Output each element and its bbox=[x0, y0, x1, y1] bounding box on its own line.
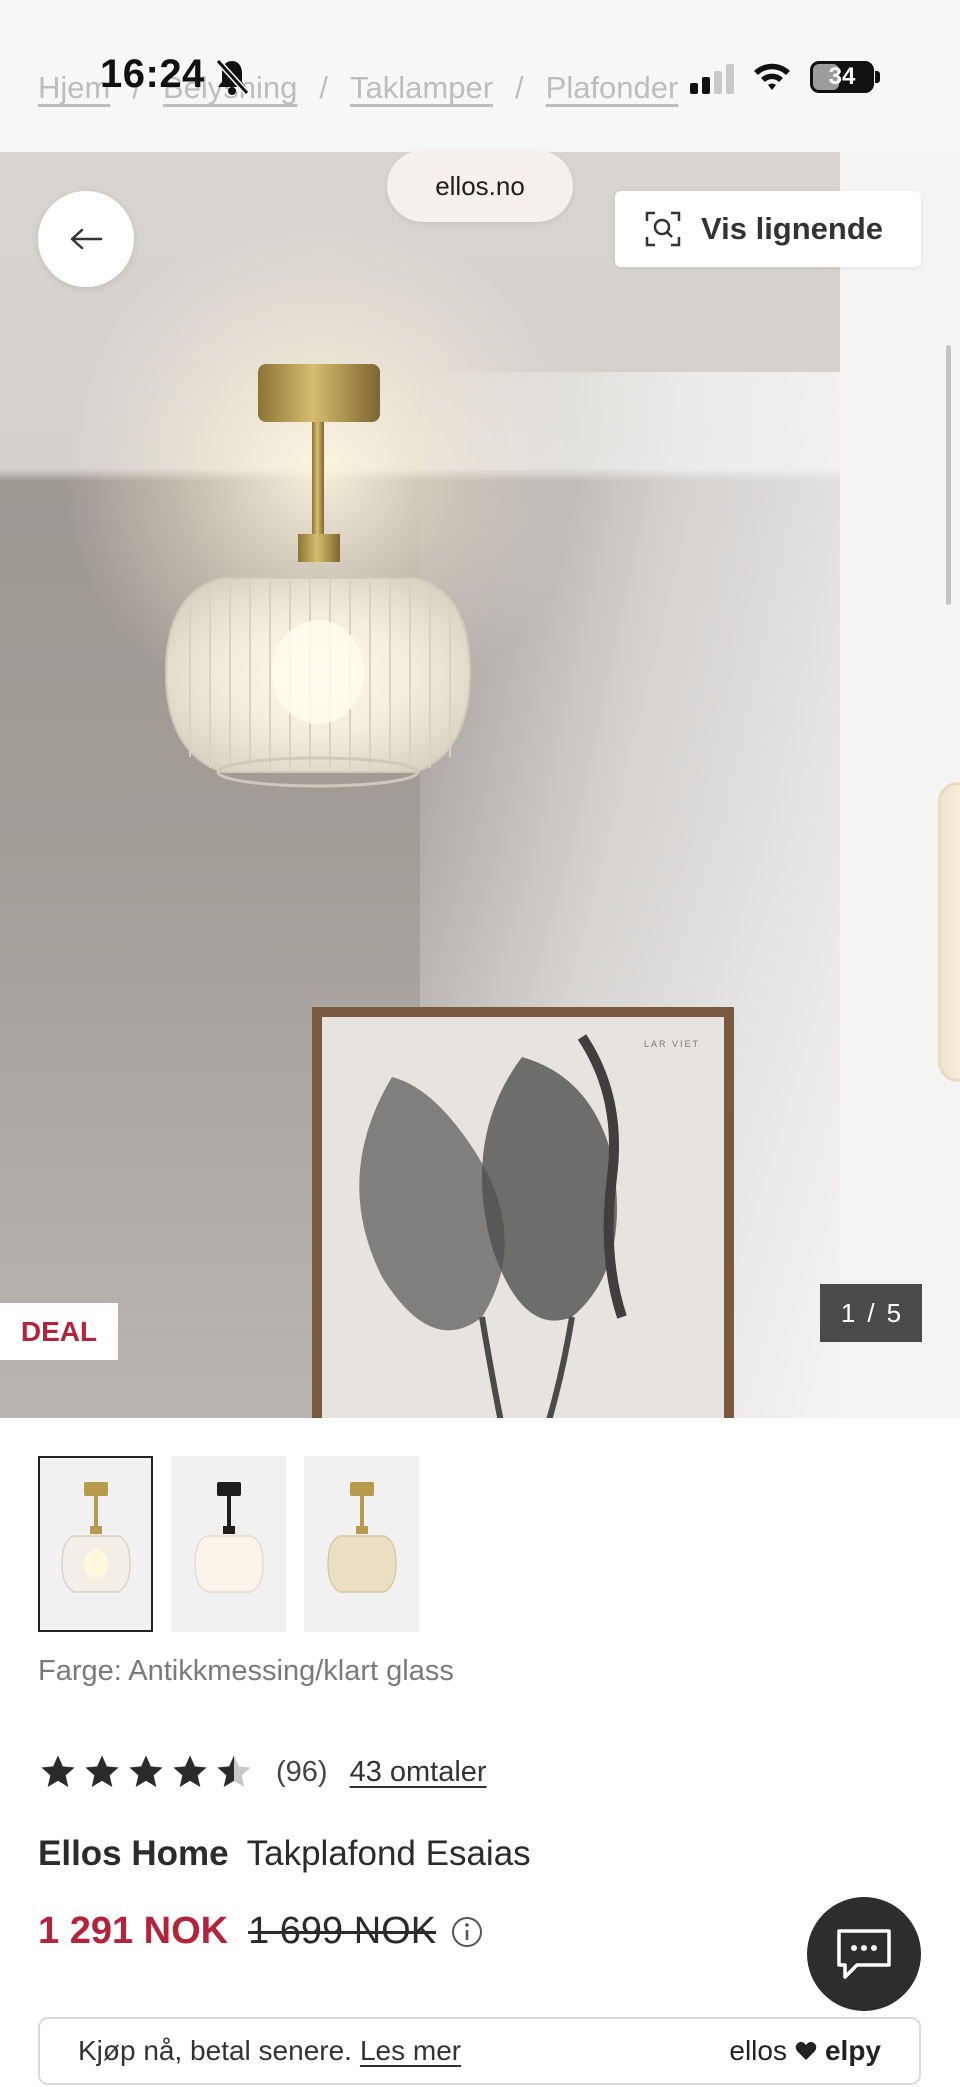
half-star-icon bbox=[217, 1755, 251, 1787]
status-time: 16:24 bbox=[100, 52, 205, 96]
original-price: 1 699 NOK bbox=[248, 1910, 437, 1952]
product-title: Ellos Home Takplafond Esaias bbox=[38, 1834, 531, 1874]
read-more-link[interactable]: Les mer bbox=[360, 2035, 461, 2066]
battery-nub bbox=[875, 71, 880, 83]
pay-later-message: Kjøp nå, betal senere. bbox=[78, 2035, 352, 2066]
lamp-thumbnail-black-white bbox=[193, 1482, 264, 1593]
variant-thumb-brass-clear[interactable] bbox=[38, 1456, 153, 1632]
image-counter-separator: / bbox=[867, 1297, 875, 1328]
star-icon bbox=[173, 1755, 207, 1787]
heart-icon bbox=[795, 2041, 817, 2060]
chat-bubble-icon bbox=[837, 1929, 891, 1979]
breadcrumb-flush-mounts[interactable]: Plafonder bbox=[546, 70, 679, 106]
pay-later-text: Kjøp nå, betal senere. Les mer bbox=[78, 2035, 461, 2067]
breadcrumb-separator: / bbox=[515, 70, 524, 105]
breadcrumb-ceiling-lamps[interactable]: Taklamper bbox=[350, 70, 493, 106]
url-bar[interactable]: ellos.no bbox=[387, 150, 573, 222]
price-row: 1 291 NOK 1 699 NOK bbox=[38, 1910, 484, 1953]
lamp-thumbnail-brass-clear bbox=[60, 1482, 131, 1593]
scroll-indicator bbox=[946, 345, 951, 605]
ellos-elpy-logo: ellos elpy bbox=[729, 2035, 881, 2067]
back-button[interactable] bbox=[38, 191, 134, 287]
breadcrumb-separator: / bbox=[319, 70, 329, 105]
star-icon bbox=[85, 1755, 119, 1787]
leaf-illustration bbox=[359, 1034, 627, 1418]
sale-price: 1 291 NOK bbox=[38, 1910, 229, 1952]
arrow-left-icon bbox=[70, 228, 103, 250]
cellular-signal-icon bbox=[690, 64, 734, 94]
pay-later-banner[interactable]: Kjøp nå, betal senere. Les mer ellos elpy bbox=[38, 2017, 921, 2085]
rating-row: (96) 43 omtaler bbox=[38, 1752, 487, 1792]
star-rating bbox=[38, 1752, 254, 1792]
info-icon[interactable] bbox=[450, 1915, 484, 1949]
silent-bell-icon bbox=[215, 58, 250, 96]
product-main-image[interactable]: LAR VIET bbox=[0, 152, 840, 1418]
color-variant-thumbnails bbox=[38, 1456, 419, 1632]
battery-level: 34 bbox=[828, 63, 856, 90]
lamp-illustration bbox=[164, 364, 472, 788]
lamp-thumbnail-brass-beige bbox=[326, 1482, 397, 1593]
variant-thumb-black-white[interactable] bbox=[171, 1456, 286, 1632]
framed-poster: LAR VIET bbox=[312, 1007, 734, 1418]
ellos-wordmark: ellos bbox=[729, 2035, 787, 2066]
image-counter: 1 / 5 bbox=[820, 1284, 922, 1342]
wifi-icon bbox=[754, 63, 790, 90]
image-counter-total: 5 bbox=[886, 1297, 902, 1328]
scan-search-icon bbox=[645, 211, 681, 247]
product-name: Takplafond Esaias bbox=[246, 1834, 531, 1873]
star-icon bbox=[129, 1755, 163, 1787]
chat-button[interactable] bbox=[807, 1897, 921, 2011]
battery-icon: 34 bbox=[810, 61, 874, 93]
selected-color-label: Farge: Antikkmessing/klart glass bbox=[38, 1655, 454, 1687]
visual-search-label: Vis lignende bbox=[701, 211, 884, 246]
rating-count: (96) bbox=[276, 1755, 328, 1788]
star-icon bbox=[41, 1755, 75, 1787]
deal-badge: DEAL bbox=[0, 1303, 118, 1360]
visual-search-button[interactable]: Vis lignende bbox=[615, 191, 921, 267]
variant-thumb-brass-beige[interactable] bbox=[304, 1456, 419, 1632]
elpy-wordmark: elpy bbox=[824, 2035, 881, 2066]
reviews-link[interactable]: 43 omtaler bbox=[350, 1756, 487, 1789]
next-image-peek[interactable] bbox=[840, 152, 960, 1418]
image-counter-current: 1 bbox=[840, 1297, 856, 1328]
product-brand: Ellos Home bbox=[38, 1834, 229, 1873]
